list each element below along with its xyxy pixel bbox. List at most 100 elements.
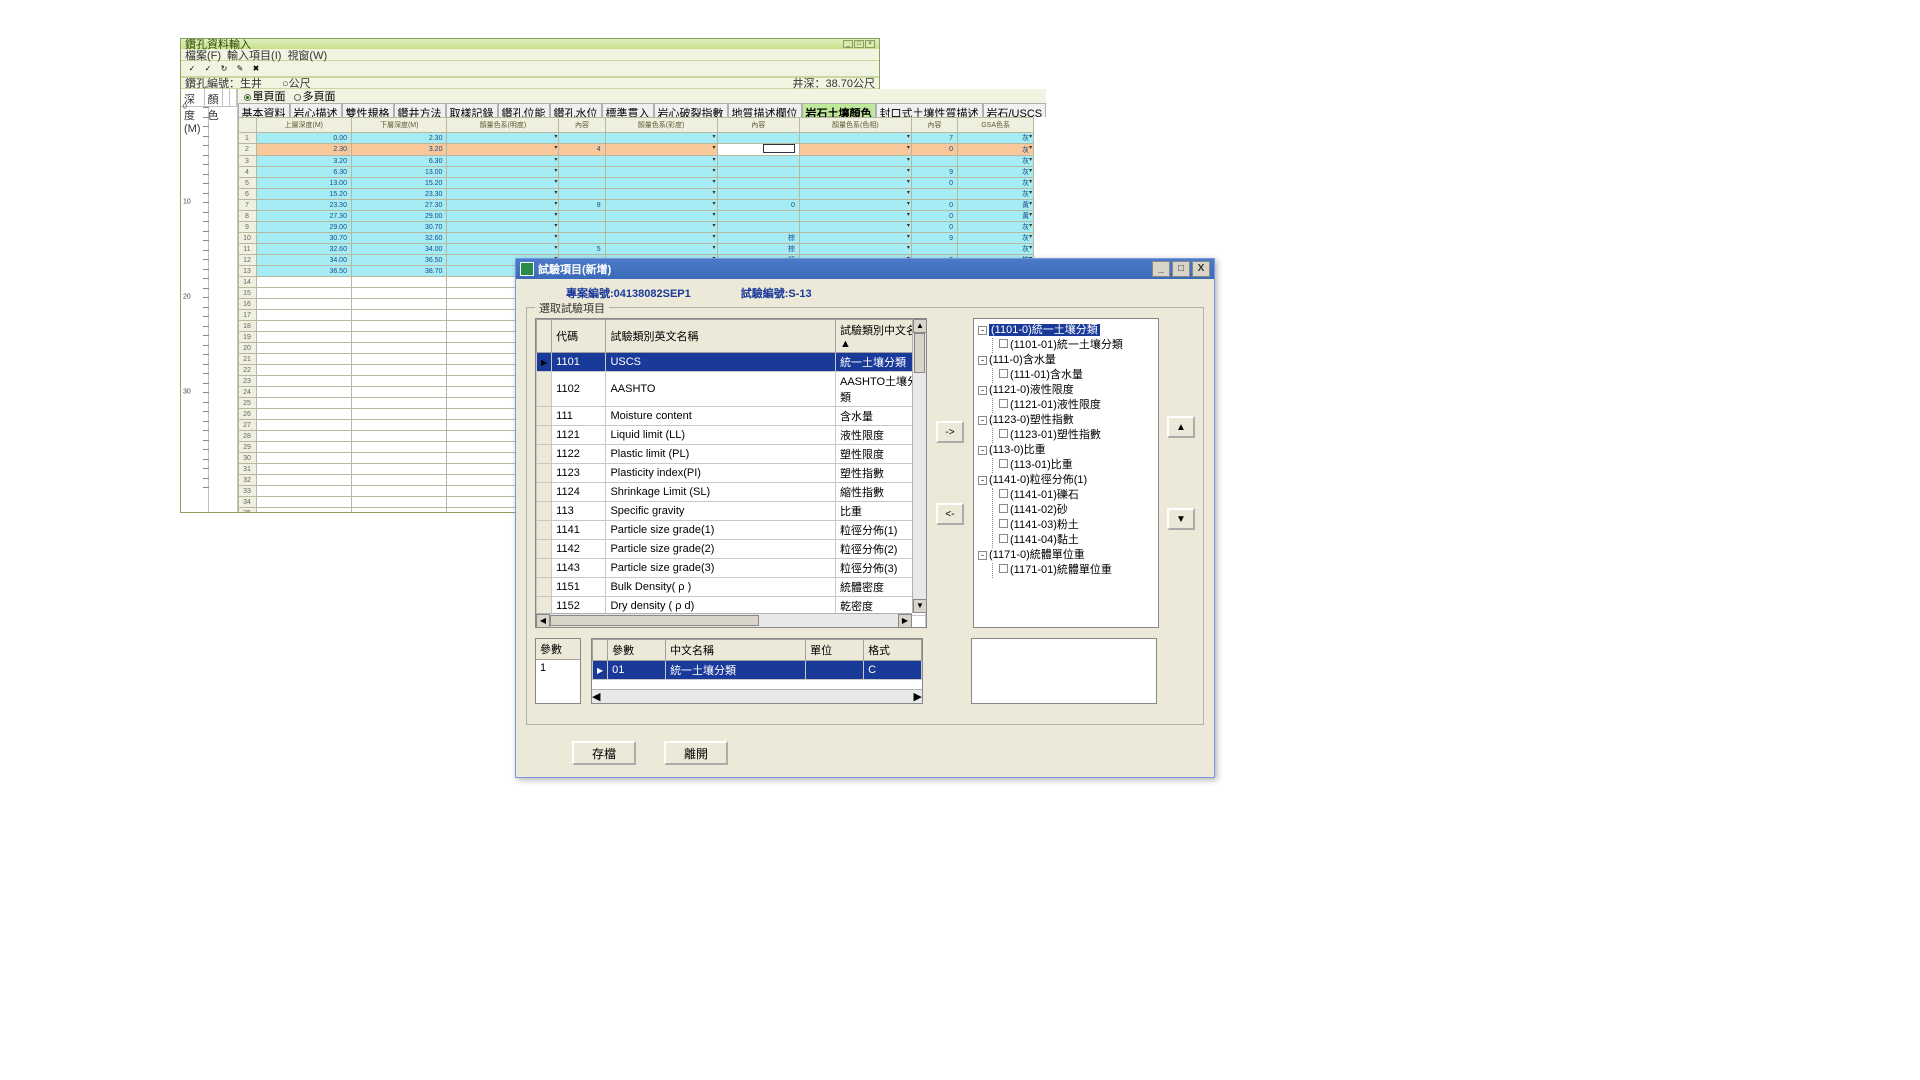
tree-node[interactable]: -(1171-0)統體單位重(1171-01)統體單位重	[978, 548, 1154, 578]
close-button[interactable]: X	[1192, 261, 1210, 277]
tree-node[interactable]: -(1101-0)統一土壤分類(1101-01)統一土壤分類	[978, 323, 1154, 353]
expand-icon[interactable]: -	[978, 551, 987, 560]
test-row[interactable]: 1143Particle size grade(3)粒徑分佈(3)	[537, 559, 926, 578]
tree-node[interactable]: (1141-03)粉土	[999, 518, 1154, 533]
scroll-left-icon[interactable]: ◀	[536, 614, 550, 628]
menu-item[interactable]: 檔案(F)	[185, 47, 221, 63]
test-list-table[interactable]: 代碼試驗類別英文名稱試驗類別中文名 ▲1101USCS統一土壤分類1102AAS…	[535, 318, 927, 628]
category-tab[interactable]: 岩石/USCS	[983, 103, 1047, 117]
menu-item[interactable]: 視窗(W)	[287, 47, 327, 63]
category-tab[interactable]: 標準貫入	[602, 103, 654, 117]
category-tab[interactable]: 基本資料	[238, 103, 290, 117]
tree-node[interactable]: -(111-0)含水量(111-01)含水量	[978, 353, 1154, 383]
left-pane: 深度(M)顏色 0102030 灰棕黃灰灰灰灰黃灰黃灰黃棕灰棕灰紅棕棕灰	[181, 89, 238, 512]
add-button[interactable]: ->	[936, 421, 964, 443]
param-index-list[interactable]: 參數 1	[535, 638, 581, 704]
test-vscroll[interactable]: ▲ ▼	[912, 319, 926, 613]
close-dialog-button[interactable]: 離開	[664, 741, 728, 765]
selected-tree[interactable]: -(1101-0)統一土壤分類(1101-01)統一土壤分類-(111-0)含水…	[973, 318, 1159, 628]
category-tab[interactable]: 岩心破裂指數	[654, 103, 728, 117]
tree-node[interactable]: (1171-01)統體單位重	[999, 563, 1154, 578]
save-button[interactable]: 存檔	[572, 741, 636, 765]
scroll-left-icon[interactable]: ◀	[592, 690, 600, 703]
scroll-down-icon[interactable]: ▼	[913, 599, 927, 613]
test-row[interactable]: 111Moisture content含水量	[537, 407, 926, 426]
tree-node[interactable]: -(1121-0)液性限度(1121-01)液性限度	[978, 383, 1154, 413]
test-row[interactable]: 1101USCS統一土壤分類	[537, 353, 926, 372]
test-row[interactable]: 1121Liquid limit (LL)液性限度	[537, 426, 926, 445]
expand-icon[interactable]: -	[978, 386, 987, 395]
expand-icon[interactable]: -	[978, 356, 987, 365]
test-row[interactable]: 1124Shrinkage Limit (SL)縮性指數	[537, 483, 926, 502]
expand-icon[interactable]	[999, 339, 1008, 348]
toolbar-button[interactable]: ✖	[249, 62, 263, 76]
expand-icon[interactable]	[999, 519, 1008, 528]
test-row[interactable]: 1142Particle size grade(2)粒徑分佈(2)	[537, 540, 926, 559]
toolbar-button[interactable]: ✓	[185, 62, 199, 76]
expand-icon[interactable]: -	[978, 416, 987, 425]
min-icon[interactable]: _	[843, 40, 853, 48]
param-table[interactable]: 參數中文名稱單位格式01統一土壤分類C ◀ ▶	[591, 638, 923, 704]
test-row[interactable]: 1151Bulk Density( ρ )統體密度	[537, 578, 926, 597]
expand-icon[interactable]: -	[978, 446, 987, 455]
test-row[interactable]: 113Specific gravity比重	[537, 502, 926, 521]
tree-node[interactable]: (1121-01)液性限度	[999, 398, 1154, 413]
category-tab[interactable]: 岩石土壤顏色	[802, 103, 876, 117]
expand-icon[interactable]: -	[978, 476, 987, 485]
scroll-right-icon[interactable]: ▶	[898, 614, 912, 628]
expand-icon[interactable]	[999, 459, 1008, 468]
param-index-header: 參數	[536, 639, 580, 660]
tree-node[interactable]: (1141-02)砂	[999, 503, 1154, 518]
category-tab[interactable]: 鑽井方法	[394, 103, 446, 117]
category-tab[interactable]: 鑽孔水位	[550, 103, 602, 117]
select-test-fieldset: 選取試驗項目 代碼試驗類別英文名稱試驗類別中文名 ▲1101USCS統一土壤分類…	[526, 307, 1204, 725]
scroll-thumb[interactable]	[914, 333, 925, 373]
category-tab[interactable]: 封口式土壤性質描述	[876, 103, 983, 117]
tree-node[interactable]: -(1123-0)塑性指數(1123-01)塑性指數	[978, 413, 1154, 443]
max-icon[interactable]: □	[854, 40, 864, 48]
test-row[interactable]: 1102AASHTOAASHTO土壤分類	[537, 372, 926, 407]
move-down-button[interactable]: ▼	[1167, 508, 1195, 530]
tree-node[interactable]: -(113-0)比重(113-01)比重	[978, 443, 1154, 473]
menu-item[interactable]: 輸入項目(I)	[227, 47, 281, 63]
test-row[interactable]: 1123Plasticity index(PI)塑性指數	[537, 464, 926, 483]
expand-icon[interactable]	[999, 534, 1008, 543]
minimize-button[interactable]: _	[1152, 261, 1170, 277]
tree-node[interactable]: -(1141-0)粒徑分佈(1)(1141-01)礫石(1141-02)砂(11…	[978, 473, 1154, 548]
toolbar-button[interactable]: ✎	[233, 62, 247, 76]
dialog-subtitle: 專案編號:04138082SEP1 試驗編號:S-13	[516, 279, 1214, 307]
expand-icon[interactable]	[999, 489, 1008, 498]
tree-node[interactable]: (113-01)比重	[999, 458, 1154, 473]
test-row[interactable]: 1122Plastic limit (PL)塑性限度	[537, 445, 926, 464]
category-tab[interactable]: 地質描述欄位	[728, 103, 802, 117]
tree-node[interactable]: (1101-01)統一土壤分類	[999, 338, 1154, 353]
expand-icon[interactable]	[999, 399, 1008, 408]
tree-node[interactable]: (1123-01)塑性指數	[999, 428, 1154, 443]
move-up-button[interactable]: ▲	[1167, 416, 1195, 438]
category-tab[interactable]: 岩心描述	[290, 103, 342, 117]
expand-icon[interactable]	[999, 369, 1008, 378]
expand-icon[interactable]	[999, 429, 1008, 438]
tree-node[interactable]: (111-01)含水量	[999, 368, 1154, 383]
category-tab[interactable]: 鑽孔位能	[498, 103, 550, 117]
close-icon[interactable]: ×	[865, 40, 875, 48]
tree-node[interactable]: (1141-04)黏土	[999, 533, 1154, 548]
radio-single[interactable]: 單頁面	[244, 88, 286, 104]
param-index-row[interactable]: 1	[536, 660, 580, 676]
param-hscroll[interactable]: ◀ ▶	[592, 689, 922, 703]
remove-button[interactable]: <-	[936, 503, 964, 525]
toolbar-button[interactable]: ↻	[217, 62, 231, 76]
tree-node[interactable]: (1141-01)礫石	[999, 488, 1154, 503]
expand-icon[interactable]	[999, 504, 1008, 513]
scroll-up-icon[interactable]: ▲	[913, 319, 927, 333]
maximize-button[interactable]: □	[1172, 261, 1190, 277]
toolbar-button[interactable]: ✓	[201, 62, 215, 76]
expand-icon[interactable]: -	[978, 326, 987, 335]
scroll-right-icon[interactable]: ▶	[914, 690, 922, 703]
expand-icon[interactable]	[999, 564, 1008, 573]
category-tab[interactable]: 雙性規格	[342, 103, 394, 117]
test-row[interactable]: 1141Particle size grade(1)粒徑分佈(1)	[537, 521, 926, 540]
test-hscroll[interactable]: ◀ ▶	[536, 613, 912, 627]
category-tab[interactable]: 取樣記錄	[446, 103, 498, 117]
radio-multi[interactable]: 多頁面	[294, 88, 336, 104]
